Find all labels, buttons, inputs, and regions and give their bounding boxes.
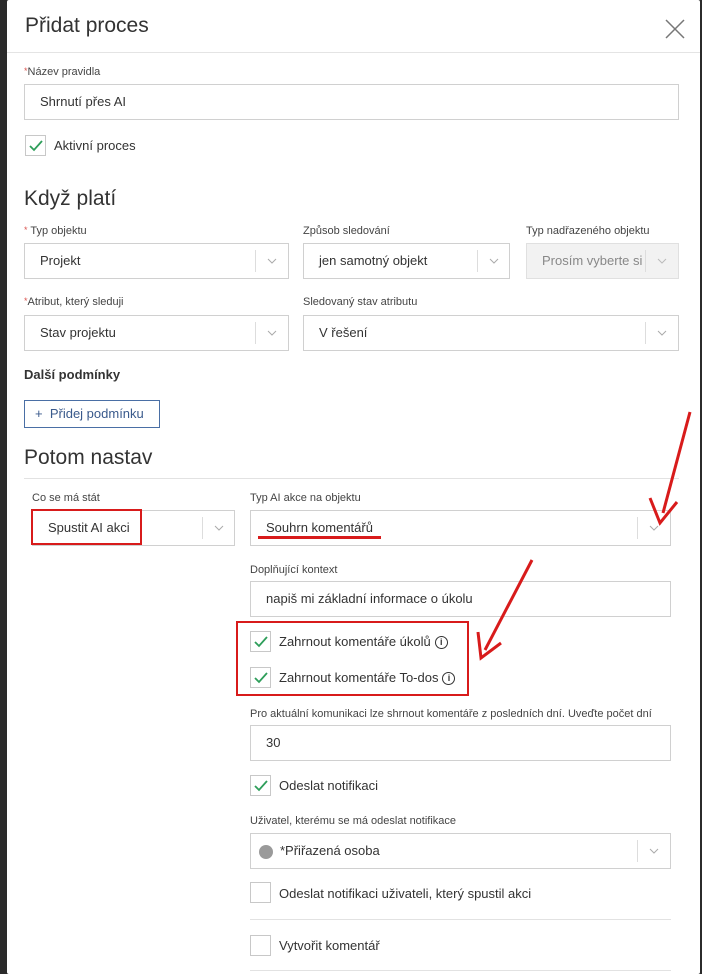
notify-trigger-label: Odeslat notifikaci uživateli, který spus… <box>279 886 532 901</box>
active-process-checkbox[interactable] <box>25 135 46 156</box>
parent-type-value: Prosím vyberte si <box>542 253 643 268</box>
then-section-title: Potom nastav <box>24 446 153 469</box>
send-notification-label: Odeslat notifikaci <box>279 778 378 793</box>
arrow-icon <box>648 411 692 526</box>
modal-title: Přidat proces <box>25 14 149 37</box>
parent-type-label: Typ nadřazeného objektu <box>526 225 650 237</box>
days-label: Pro aktuální komunikaci lze shrnout kome… <box>250 708 652 720</box>
user-label: Uživatel, kterému se má odeslat notifika… <box>250 815 457 827</box>
checkmark-icon <box>254 780 268 792</box>
chevron-down-icon <box>657 330 667 336</box>
notify-trigger-checkbox[interactable] <box>250 882 271 903</box>
active-process-label: Aktivní proces <box>54 138 136 153</box>
close-icon[interactable] <box>663 17 687 41</box>
chevron-down-icon <box>657 258 667 264</box>
parent-type-select[interactable]: Prosím vyberte si <box>526 243 679 279</box>
attribute-value: Stav projektu <box>40 325 116 340</box>
send-notification-checkbox[interactable] <box>250 775 271 796</box>
highlight-box-action <box>31 509 142 545</box>
user-value: *Přiřazená osoba <box>280 843 380 858</box>
state-select[interactable]: V řešení <box>303 315 679 351</box>
object-type-select[interactable]: Projekt <box>24 243 289 279</box>
bottom-divider <box>250 970 671 971</box>
then-divider <box>24 478 679 479</box>
rule-name-input[interactable]: Shrnutí přes AI <box>24 84 679 120</box>
when-section-title: Když platí <box>24 187 117 210</box>
attribute-label: *Atribut, který sleduji <box>24 296 124 308</box>
object-type-label: * Typ objektu <box>24 225 87 237</box>
create-comment-label: Vytvořit komentář <box>279 938 380 953</box>
checkmark-icon <box>29 140 43 152</box>
add-condition-label: Přidej podmínku <box>49 406 144 421</box>
chevron-down-icon <box>214 525 224 531</box>
state-label: Sledovaný stav atributu <box>303 296 418 308</box>
add-process-modal: Přidat proces *Název pravidla Shrnutí př… <box>7 0 700 974</box>
chevron-down-icon <box>489 258 499 264</box>
chevron-down-icon <box>267 258 277 264</box>
plus-icon: + <box>35 406 43 421</box>
attribute-select[interactable]: Stav projektu <box>24 315 289 351</box>
user-select[interactable]: *Přiřazená osoba <box>250 833 671 869</box>
highlight-underline-ai-type <box>258 536 381 539</box>
add-condition-button[interactable]: + Přidej podmínku <box>24 400 160 428</box>
what-label: Co se má stát <box>32 492 100 504</box>
chevron-down-icon <box>649 848 659 854</box>
context-input[interactable]: napiš mi základní informace o úkolu <box>250 581 671 617</box>
ai-type-value: Souhrn komentářů <box>266 520 373 535</box>
avatar-icon <box>259 845 273 859</box>
chevron-down-icon <box>267 330 277 336</box>
create-comment-checkbox[interactable] <box>250 935 271 956</box>
tracking-select[interactable]: jen samotný objekt <box>303 243 510 279</box>
rule-name-label: *Název pravidla <box>24 66 101 78</box>
more-conditions-title: Další podmínky <box>24 367 121 382</box>
highlight-box-include <box>236 621 469 696</box>
context-label: Doplňující kontext <box>250 564 338 576</box>
state-value: V řešení <box>319 325 368 340</box>
chevron-down-icon <box>649 525 659 531</box>
days-input[interactable]: 30 <box>250 725 671 761</box>
tracking-value: jen samotný objekt <box>319 253 428 268</box>
header-divider <box>7 52 700 53</box>
options-divider <box>250 919 671 920</box>
ai-type-select[interactable]: Souhrn komentářů <box>250 510 671 546</box>
tracking-label: Způsob sledování <box>303 225 390 237</box>
ai-type-label: Typ AI akce na objektu <box>250 492 361 504</box>
object-type-value: Projekt <box>40 253 81 268</box>
